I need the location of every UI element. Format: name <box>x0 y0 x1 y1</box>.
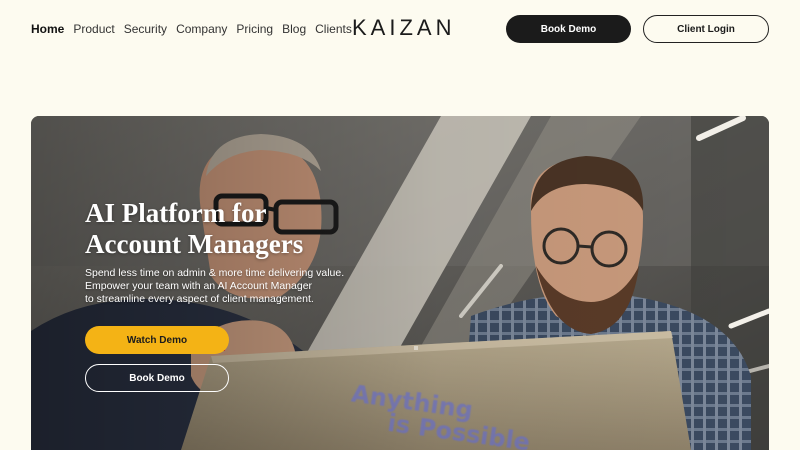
nav-security[interactable]: Security <box>124 22 167 36</box>
hero-title-line-2: Account Managers <box>85 229 304 259</box>
hero-title: AI Platform for Account Managers <box>85 198 385 260</box>
hero-banner: Anything is Possible AI Platform for Acc… <box>31 116 769 450</box>
nav-product[interactable]: Product <box>73 22 114 36</box>
hero-title-line-1: AI Platform for <box>85 198 267 228</box>
brand-logo[interactable]: KAIZAN <box>352 15 455 41</box>
hero-book-demo-button[interactable]: Book Demo <box>85 364 229 392</box>
hero-subtitle-line-1: Spend less time on admin & more time del… <box>85 267 345 279</box>
watch-demo-button[interactable]: Watch Demo <box>85 326 229 354</box>
nav-home[interactable]: Home <box>31 22 64 36</box>
main-nav: Home Product Security Company Pricing Bl… <box>31 22 361 36</box>
nav-pricing[interactable]: Pricing <box>236 22 273 36</box>
hero-subtitle: Spend less time on admin & more time del… <box>85 267 375 306</box>
nav-clients[interactable]: Clients <box>315 22 352 36</box>
page: Home Product Security Company Pricing Bl… <box>0 0 800 450</box>
hero-subtitle-line-2: Empower your team with an AI Account Man… <box>85 280 313 292</box>
nav-blog[interactable]: Blog <box>282 22 306 36</box>
nav-company[interactable]: Company <box>176 22 227 36</box>
hero-subtitle-line-3: to streamline every aspect of client man… <box>85 293 314 305</box>
client-login-button[interactable]: Client Login <box>643 15 769 43</box>
header-book-demo-button[interactable]: Book Demo <box>506 15 631 43</box>
